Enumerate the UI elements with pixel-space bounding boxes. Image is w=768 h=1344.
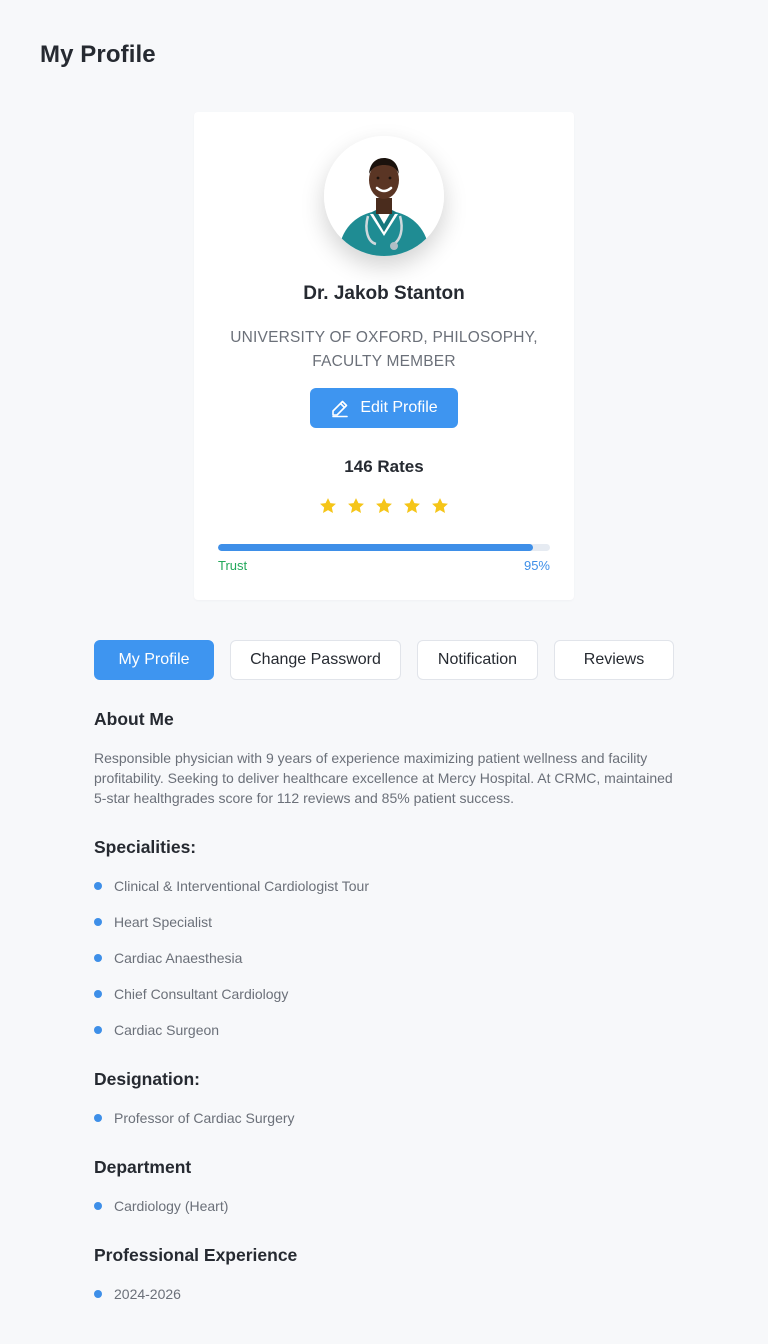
trust-progress-fill — [218, 544, 534, 551]
list-item-text: Heart Specialist — [114, 914, 213, 930]
trust-label: Trust — [218, 558, 248, 573]
star-icon — [402, 496, 422, 516]
list-item-text: 2024-2026 — [114, 1286, 181, 1302]
designation-list: Professor of Cardiac Surgery — [94, 1100, 295, 1136]
pencil-icon — [330, 398, 350, 418]
list-item-text: Professor of Cardiac Surgery — [114, 1110, 295, 1126]
edit-profile-button[interactable]: Edit Profile — [310, 388, 458, 428]
trust-value: 95% — [523, 558, 550, 573]
list-item-text: Cardiac Surgeon — [114, 1022, 220, 1038]
star-icon — [430, 496, 450, 516]
list-item: Heart Specialist — [94, 904, 369, 940]
dot-icon — [94, 1026, 102, 1034]
doctor-photo — [324, 136, 444, 256]
list-item: Clinical & Interventional Cardiologist T… — [94, 868, 369, 904]
about-title: About Me — [94, 709, 174, 729]
dot-icon — [94, 1202, 102, 1210]
list-item-text: Chief Consultant Cardiology — [114, 986, 289, 1002]
list-item: 2024-2026 — [94, 1276, 181, 1312]
star-icon — [374, 496, 394, 516]
page-title: My Profile — [40, 41, 156, 68]
list-item: Chief Consultant Cardiology — [94, 976, 369, 1012]
profile-card: Dr. Jakob Stanton UNIVERSITY OF OXFORD, … — [194, 112, 574, 600]
experience-title: Professional Experience — [94, 1245, 298, 1265]
specialities-list: Clinical & Interventional Cardiologist T… — [94, 868, 369, 1048]
dot-icon — [94, 918, 102, 926]
dot-icon — [94, 1114, 102, 1122]
trust-progress-bar — [218, 544, 550, 551]
list-item: Cardiac Anaesthesia — [94, 940, 369, 976]
list-item: Cardiology (Heart) — [94, 1188, 228, 1224]
avatar — [324, 136, 444, 256]
department-title: Department — [94, 1157, 192, 1177]
experience-list: 2024-2026 — [94, 1276, 181, 1312]
department-list: Cardiology (Heart) — [94, 1188, 228, 1224]
tab-notification[interactable]: Notification — [417, 640, 538, 680]
tab-reviews[interactable]: Reviews — [554, 640, 674, 680]
dot-icon — [94, 990, 102, 998]
list-item-text: Cardiology (Heart) — [114, 1198, 229, 1214]
rating-stars — [194, 496, 574, 516]
list-item-text: Cardiac Anaesthesia — [114, 950, 243, 966]
star-icon — [318, 496, 338, 516]
edit-profile-label: Edit Profile — [360, 399, 438, 416]
list-item: Cardiac Surgeon — [94, 1012, 369, 1048]
about-text: Responsible physician with 9 years of ex… — [94, 750, 673, 806]
dot-icon — [94, 882, 102, 890]
list-item-text: Clinical & Interventional Cardiologist T… — [114, 878, 369, 894]
designation-title: Designation: — [94, 1069, 200, 1089]
tab-my-profile[interactable]: My Profile — [94, 640, 214, 680]
star-icon — [346, 496, 366, 516]
dot-icon — [94, 1290, 102, 1298]
list-item: Professor of Cardiac Surgery — [94, 1100, 295, 1136]
tab-change-password[interactable]: Change Password — [230, 640, 401, 680]
profile-tabs: My Profile Change Password Notification … — [94, 640, 674, 680]
specialities-title: Specialities: — [94, 837, 197, 857]
doctor-affiliation: UNIVERSITY OF OXFORD, PHILOSOPHY, FACULT… — [230, 329, 538, 370]
dot-icon — [94, 954, 102, 962]
doctor-name: Dr. Jakob Stanton — [303, 283, 465, 304]
rates-count: 146 Rates — [344, 457, 424, 476]
